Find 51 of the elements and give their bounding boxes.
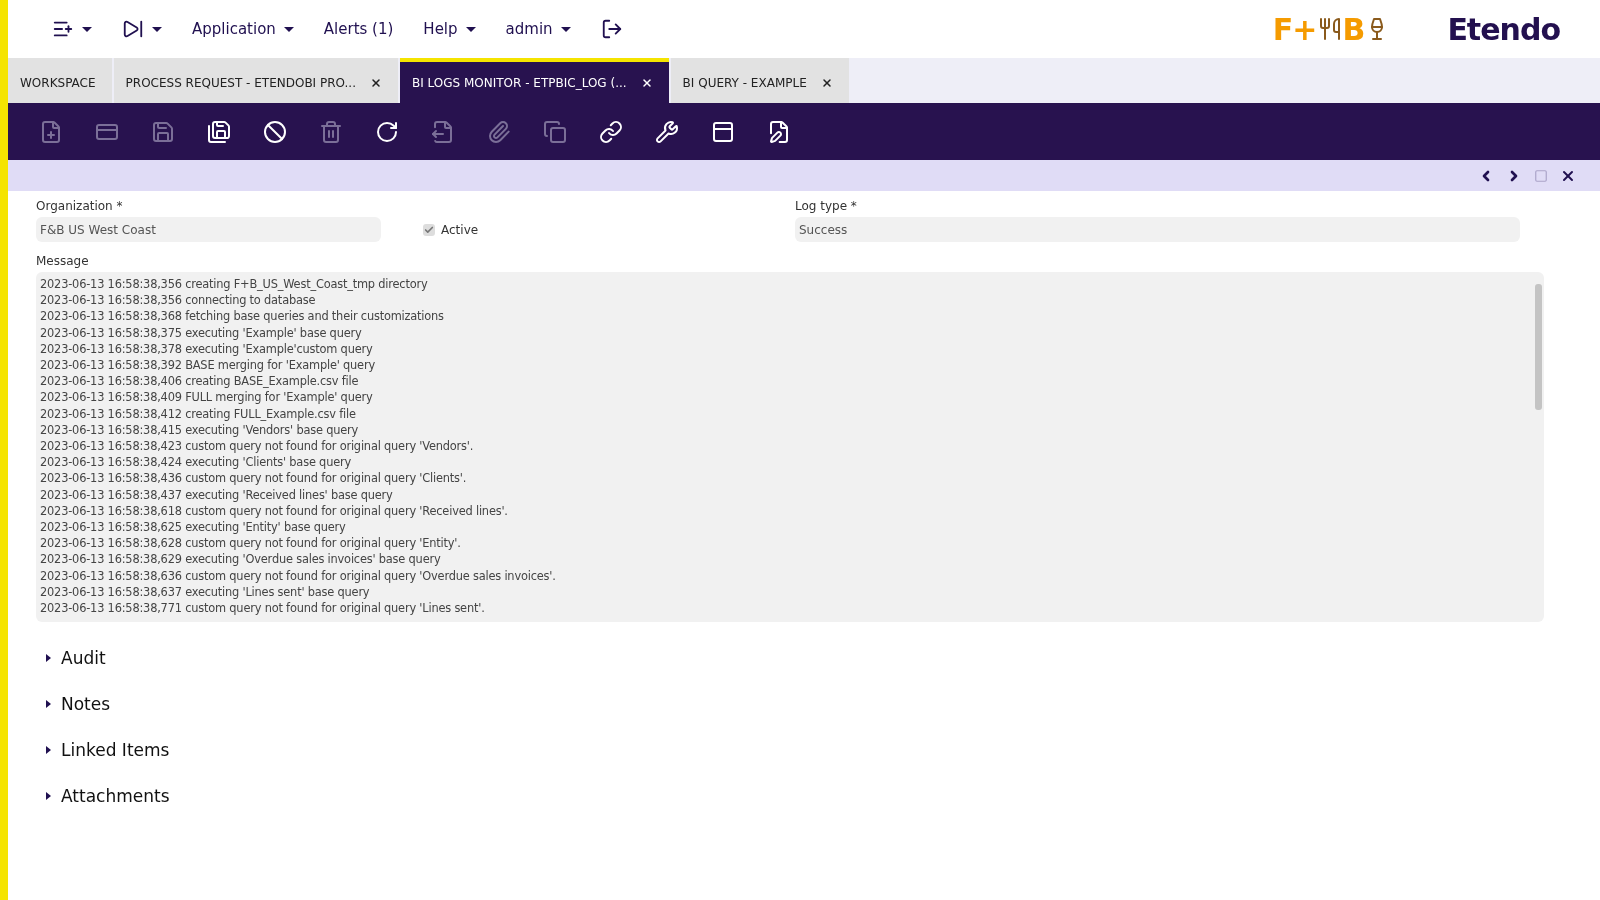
menu-dropdown-button[interactable]: Application — [188, 16, 298, 42]
log-line: 2023-06-13 16:58:38,356 connecting to database — [40, 292, 317, 309]
log-line: 2023-06-13 16:58:38,356 creating F+B_US_West_Coast_tmp directory — [40, 276, 429, 293]
menu-dropdown-button[interactable]: admin — [501, 16, 575, 42]
log-line: 2023-06-13 16:58:38,409 FULL merging for 'Example' query — [40, 389, 374, 406]
log-line: 2023-06-13 16:58:38,436 custom query not found for original query 'Clients'. — [40, 470, 468, 487]
product-logo: Etendo — [1447, 11, 1560, 47]
skip-forward-icon — [122, 18, 144, 40]
log-line: 2023-06-13 16:58:38,771 custom query not found for original query 'Lines sent'. — [40, 600, 486, 617]
section-header[interactable]: Audit — [46, 648, 1576, 668]
logout-icon — [600, 18, 623, 40]
checkbox-label: Active — [441, 222, 479, 237]
scrollbar-thumb[interactable] — [1535, 284, 1542, 410]
client-logo-text: F+ — [1272, 11, 1317, 47]
log-line: 2023-06-13 16:58:38,625 executing 'Entity' base query — [40, 519, 347, 536]
close-icon[interactable] — [369, 76, 382, 89]
log-line: 2023-06-13 16:58:38,415 executing 'Vendors' base query — [40, 421, 360, 439]
window-tab[interactable]: BI LOGS MONITOR - ETPBIC_LOG (... — [399, 58, 669, 103]
log-line: 2023-06-13 16:58:38,636 custom query not found for original query 'Overdue sales invoices'. — [40, 567, 557, 584]
log-line: 2023-06-13 16:58:38,412 creating FULL_Example.csv file — [40, 405, 357, 422]
log-line: 2023-06-13 16:58:38,629 executing 'Overdue sales invoices' base query — [40, 551, 442, 568]
field-label: Log type * — [795, 199, 858, 213]
field-label: Organization * — [36, 199, 124, 213]
section-header[interactable]: Attachments — [46, 786, 1576, 806]
section-header[interactable]: Notes — [46, 694, 1576, 714]
message-field[interactable] — [36, 272, 1544, 622]
log-line: 2023-06-13 16:58:38,392 BASE merging for 'Example' query — [40, 357, 376, 374]
log-line: 2023-06-13 16:58:38,437 executing 'Received lines' base query — [40, 486, 394, 503]
log-line: 2023-06-13 16:58:38,406 creating BASE_Example.csv file — [40, 373, 360, 390]
field-label: Message — [36, 254, 90, 268]
organization-field[interactable]: F&B US West Coast — [36, 217, 381, 242]
window-tab[interactable]: WORKSPACE — [8, 58, 112, 103]
section-header[interactable]: Linked Items — [46, 740, 1576, 760]
alerts-button[interactable]: Alerts (1) — [319, 16, 398, 42]
client-logo-text: B — [1342, 11, 1365, 47]
log-type-field[interactable]: Success — [795, 217, 1520, 242]
log-line: 2023-06-13 16:58:38,378 executing 'Example'custom query — [40, 340, 374, 357]
close-icon[interactable] — [640, 76, 653, 89]
log-line: 2023-06-13 16:58:38,628 custom query not found for original query 'Entity'. — [40, 535, 462, 552]
log-line: 2023-06-13 16:58:38,424 executing 'Clients' base query — [40, 454, 352, 471]
log-line: 2023-06-13 16:58:38,368 fetching base queries and their customizations — [40, 308, 445, 325]
log-line: 2023-06-13 16:58:38,375 executing 'Example' base query — [40, 324, 363, 341]
menu-dropdown-button[interactable]: Help — [419, 16, 480, 42]
utensils-icon — [1317, 17, 1342, 41]
window-tab[interactable]: BI QUERY - EXAMPLE — [670, 58, 849, 103]
window-tab[interactable]: PROCESS REQUEST - ETENDOBI PRO... — [113, 58, 398, 103]
log-line: 2023-06-13 16:58:38,618 custom query not found for original query 'Received lines'. — [40, 502, 509, 520]
close-icon[interactable] — [820, 76, 833, 89]
log-line: 2023-06-13 16:58:38,637 executing 'Lines sent' base query — [40, 583, 371, 601]
log-line: 2023-06-13 16:58:38,423 custom query not found for original query 'Vendors'. — [40, 438, 475, 455]
active-checkbox[interactable] — [423, 223, 435, 236]
